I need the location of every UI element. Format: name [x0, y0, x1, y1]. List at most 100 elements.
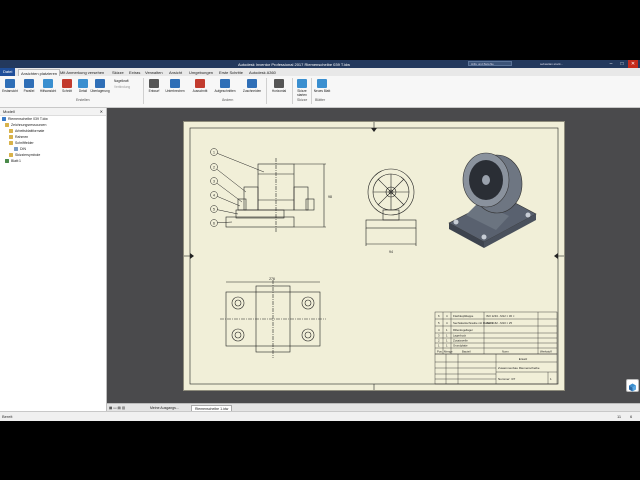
dimension-height: 98 [328, 195, 332, 199]
entwurf-button[interactable]: Entwurf [145, 78, 163, 96]
section-view-icon [62, 79, 72, 88]
parts-header: Werkstoff [540, 350, 552, 354]
tab-umgebungen[interactable]: Umgebungen [189, 69, 213, 76]
browser-title[interactable]: Modell [3, 109, 15, 114]
neues-blatt-button[interactable]: Neues Blatt [312, 78, 332, 96]
group-skizze-label: Skizze [297, 98, 308, 102]
isometric-view[interactable] [448, 152, 537, 248]
status-count-2: 6 [630, 414, 633, 419]
ausschnitt-button[interactable]: Ausschnitt [189, 78, 211, 96]
tab-a360[interactable]: Autodesk A360 [249, 69, 276, 76]
unterbrechen-button[interactable]: Unterbrechen [164, 78, 186, 96]
title-block-icon [14, 147, 18, 152]
browser-header: Modell ✕ [0, 108, 106, 116]
tab-ansicht[interactable]: Ansicht [169, 69, 182, 76]
parts-cell: 2 [438, 339, 440, 343]
balloon-label: 2 [213, 165, 215, 169]
group-erstellen-label: Erstellen [76, 98, 90, 102]
tab-datei[interactable]: Datei [0, 68, 16, 76]
parts-cell: 1 [438, 344, 440, 348]
horizontal-icon [274, 79, 284, 88]
aufgeschnitten-button[interactable]: Aufgeschnitten [212, 78, 238, 96]
parts-cell: 1 [446, 334, 448, 338]
center-mark [190, 253, 194, 259]
help-search-input[interactable]: Hilfe und Befehle durchsuchen [468, 61, 512, 71]
parts-cell: 5 [438, 321, 440, 325]
center-mark [371, 128, 377, 132]
letterbox-bottom [0, 421, 640, 480]
tab-anmerkung[interactable]: Mit Anmerkung versehen [60, 69, 104, 76]
top-view[interactable] [220, 280, 326, 358]
parts-header: Menge [444, 350, 453, 354]
balloon-label: 5 [213, 207, 215, 211]
parts-header: Pos. [437, 350, 443, 354]
parts-cell: 4 [446, 321, 448, 325]
slice-icon [220, 79, 230, 88]
status-bar: Bereit 11 6 [0, 411, 640, 421]
tab-erste-schritte[interactable]: Erste Schritte [219, 69, 243, 76]
balloon-label: 1 [213, 150, 215, 154]
ribbon-panel: Erstansicht Parallel Hilfsansicht Schnit… [0, 76, 640, 108]
model-browser: Modell ✕ Riemenscheibe 039 T.idw Zeichnu… [0, 108, 107, 411]
status-count-1: 11 [617, 414, 622, 419]
parts-cell: Zusatzwelle [453, 339, 468, 343]
break-out-icon [195, 79, 205, 88]
ueberlagerung-button[interactable]: Überlagerung [89, 78, 111, 96]
title-block-title: Zusammenbau Riemenscheibe [498, 366, 540, 370]
tab-skizze[interactable]: Skizze [112, 69, 124, 76]
draft-icon [149, 79, 159, 88]
projected-view-icon [24, 79, 34, 88]
parts-cell: 3 [438, 334, 440, 338]
balloon-label: 6 [213, 221, 215, 225]
parts-cell: 1 [446, 328, 448, 332]
minimize-button[interactable]: – [606, 60, 616, 68]
maximize-button[interactable]: □ [617, 60, 627, 68]
parts-header: Bauteil [462, 350, 471, 354]
title-bar: Autodesk Inventor Professional 2017 Riem… [0, 60, 640, 71]
title-block-company: Ersatz [519, 357, 528, 361]
skizze-starten-button[interactable]: Skizze starten [293, 78, 311, 97]
parts-cell: 1 [446, 339, 448, 343]
parts-cell: 4 [438, 328, 440, 332]
tree-node-sheet[interactable]: Blatt:1 [0, 158, 106, 164]
parts-cell: Grundplatte [453, 344, 468, 348]
user-account[interactable]: sebastian.stock... [540, 61, 580, 67]
drawing-sheet[interactable]: 1 2 3 4 5 6 98 94 276 6 4 Flachkopfklapp… [183, 121, 565, 391]
folder-icon [9, 135, 13, 140]
hilfsansicht-button[interactable]: Hilfsansicht [39, 78, 57, 96]
detail-view-icon [78, 79, 88, 88]
verbindung-item[interactable]: Verbindung [114, 85, 130, 89]
close-button[interactable]: ✕ [628, 60, 638, 68]
dimension-width-side: 94 [389, 250, 393, 254]
cube-glyph [629, 383, 636, 392]
side-view[interactable] [365, 168, 417, 246]
sketch-icon [297, 79, 307, 88]
parts-cell: 1 [446, 344, 448, 348]
tab-verwalten[interactable]: Verwalten [145, 69, 163, 76]
parts-cell: 4 [446, 314, 448, 318]
parts-cell: Lagerbock [453, 334, 467, 338]
nagelkraft-item[interactable]: Nagelkraft [114, 79, 129, 83]
browser-close-icon[interactable]: ✕ [100, 108, 103, 115]
parallel-button[interactable]: Parallel [20, 78, 38, 96]
parts-cell: ISO 4162 - M10 × 25 [486, 321, 512, 325]
status-text: Bereit [2, 414, 13, 419]
new-sheet-icon [317, 79, 327, 88]
drawing-svg: 1 2 3 4 5 6 98 94 276 6 4 Flachkopfklapp… [184, 122, 564, 390]
drawing-file-icon [2, 117, 6, 122]
front-view[interactable] [225, 158, 326, 232]
erstansicht-button[interactable]: Erstansicht [1, 78, 19, 96]
zuschneiden-button[interactable]: Zuschneiden [240, 78, 264, 96]
break-icon [170, 79, 180, 88]
group-aendern-label: Ändern [222, 98, 234, 102]
graphics-canvas[interactable]: 1 2 3 4 5 6 98 94 276 6 4 Flachkopfklapp… [107, 108, 640, 403]
horizontal-button[interactable]: Horizontal [268, 78, 290, 96]
viewcube-icon[interactable] [626, 379, 639, 392]
tab-extras[interactable]: Extras [129, 69, 140, 76]
letterbox-top [0, 0, 640, 60]
parts-cell: Rillenkugellager [453, 328, 473, 332]
browser-tree: Riemenscheibe 039 T.idw Zeichnungsressou… [0, 116, 106, 164]
dimension-width-top: 276 [269, 277, 275, 281]
parts-cell: 6 [438, 314, 440, 318]
ribbon-tab-bar: Datei Ansichten platzieren Mit Anmerkung… [0, 68, 640, 77]
